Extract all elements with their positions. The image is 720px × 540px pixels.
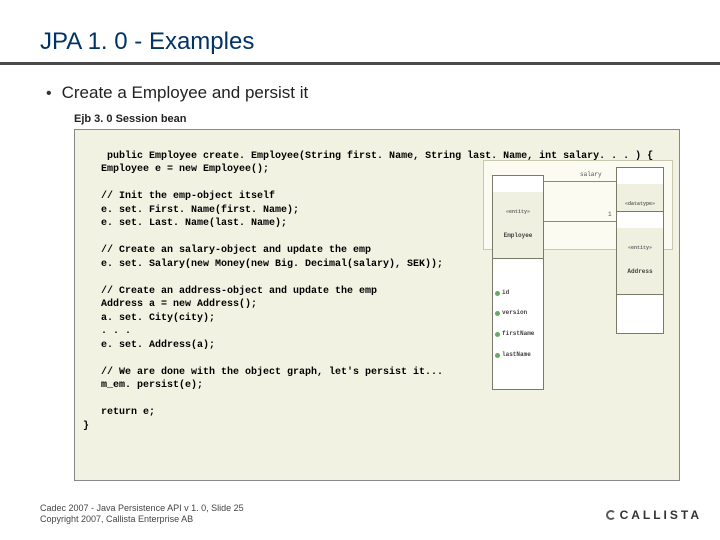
footer-line-2: Copyright 2007, Callista Enterprise AB — [40, 514, 244, 526]
uml-attr: lastName — [502, 352, 531, 359]
uml-connector — [544, 181, 616, 182]
bullet-item: • Create a Employee and persist it — [40, 83, 680, 103]
uml-attr: firstName — [502, 331, 534, 338]
code-block: public Employee create. Employee(String … — [74, 129, 680, 481]
bullet-icon: • — [46, 85, 52, 103]
uml-employee-box: «entity» Employee id version firstName l… — [492, 175, 544, 390]
uml-money-stereotype: «datatype» — [619, 201, 661, 208]
brand-logo: CALLISTA — [606, 508, 702, 522]
uml-diagram: «entity» Employee id version firstName l… — [483, 160, 673, 250]
title-divider — [0, 62, 720, 65]
logo-text: CALLISTA — [620, 508, 702, 522]
uml-employee-name: Employee — [495, 232, 541, 240]
logo-mark-icon — [606, 510, 616, 520]
slide-footer: Cadec 2007 - Java Persistence API v 1. 0… — [40, 503, 244, 526]
bullet-text: Create a Employee and persist it — [62, 83, 309, 103]
uml-address-name: Address — [619, 268, 661, 276]
code-caption: Ejb 3. 0 Session bean — [40, 113, 680, 125]
uml-assoc-mult: 1 — [608, 211, 612, 219]
slide-title: JPA 1. 0 - Examples — [40, 28, 680, 56]
footer-line-1: Cadec 2007 - Java Persistence API v 1. 0… — [40, 503, 244, 515]
uml-assoc-label: salary — [580, 171, 602, 179]
uml-attr: id — [502, 290, 509, 297]
uml-connector — [544, 221, 616, 222]
uml-attr: version — [502, 310, 527, 317]
uml-address-box: «entity» Address — [616, 211, 664, 334]
uml-employee-stereotype: «entity» — [495, 209, 541, 216]
uml-address-stereotype: «entity» — [619, 245, 661, 252]
